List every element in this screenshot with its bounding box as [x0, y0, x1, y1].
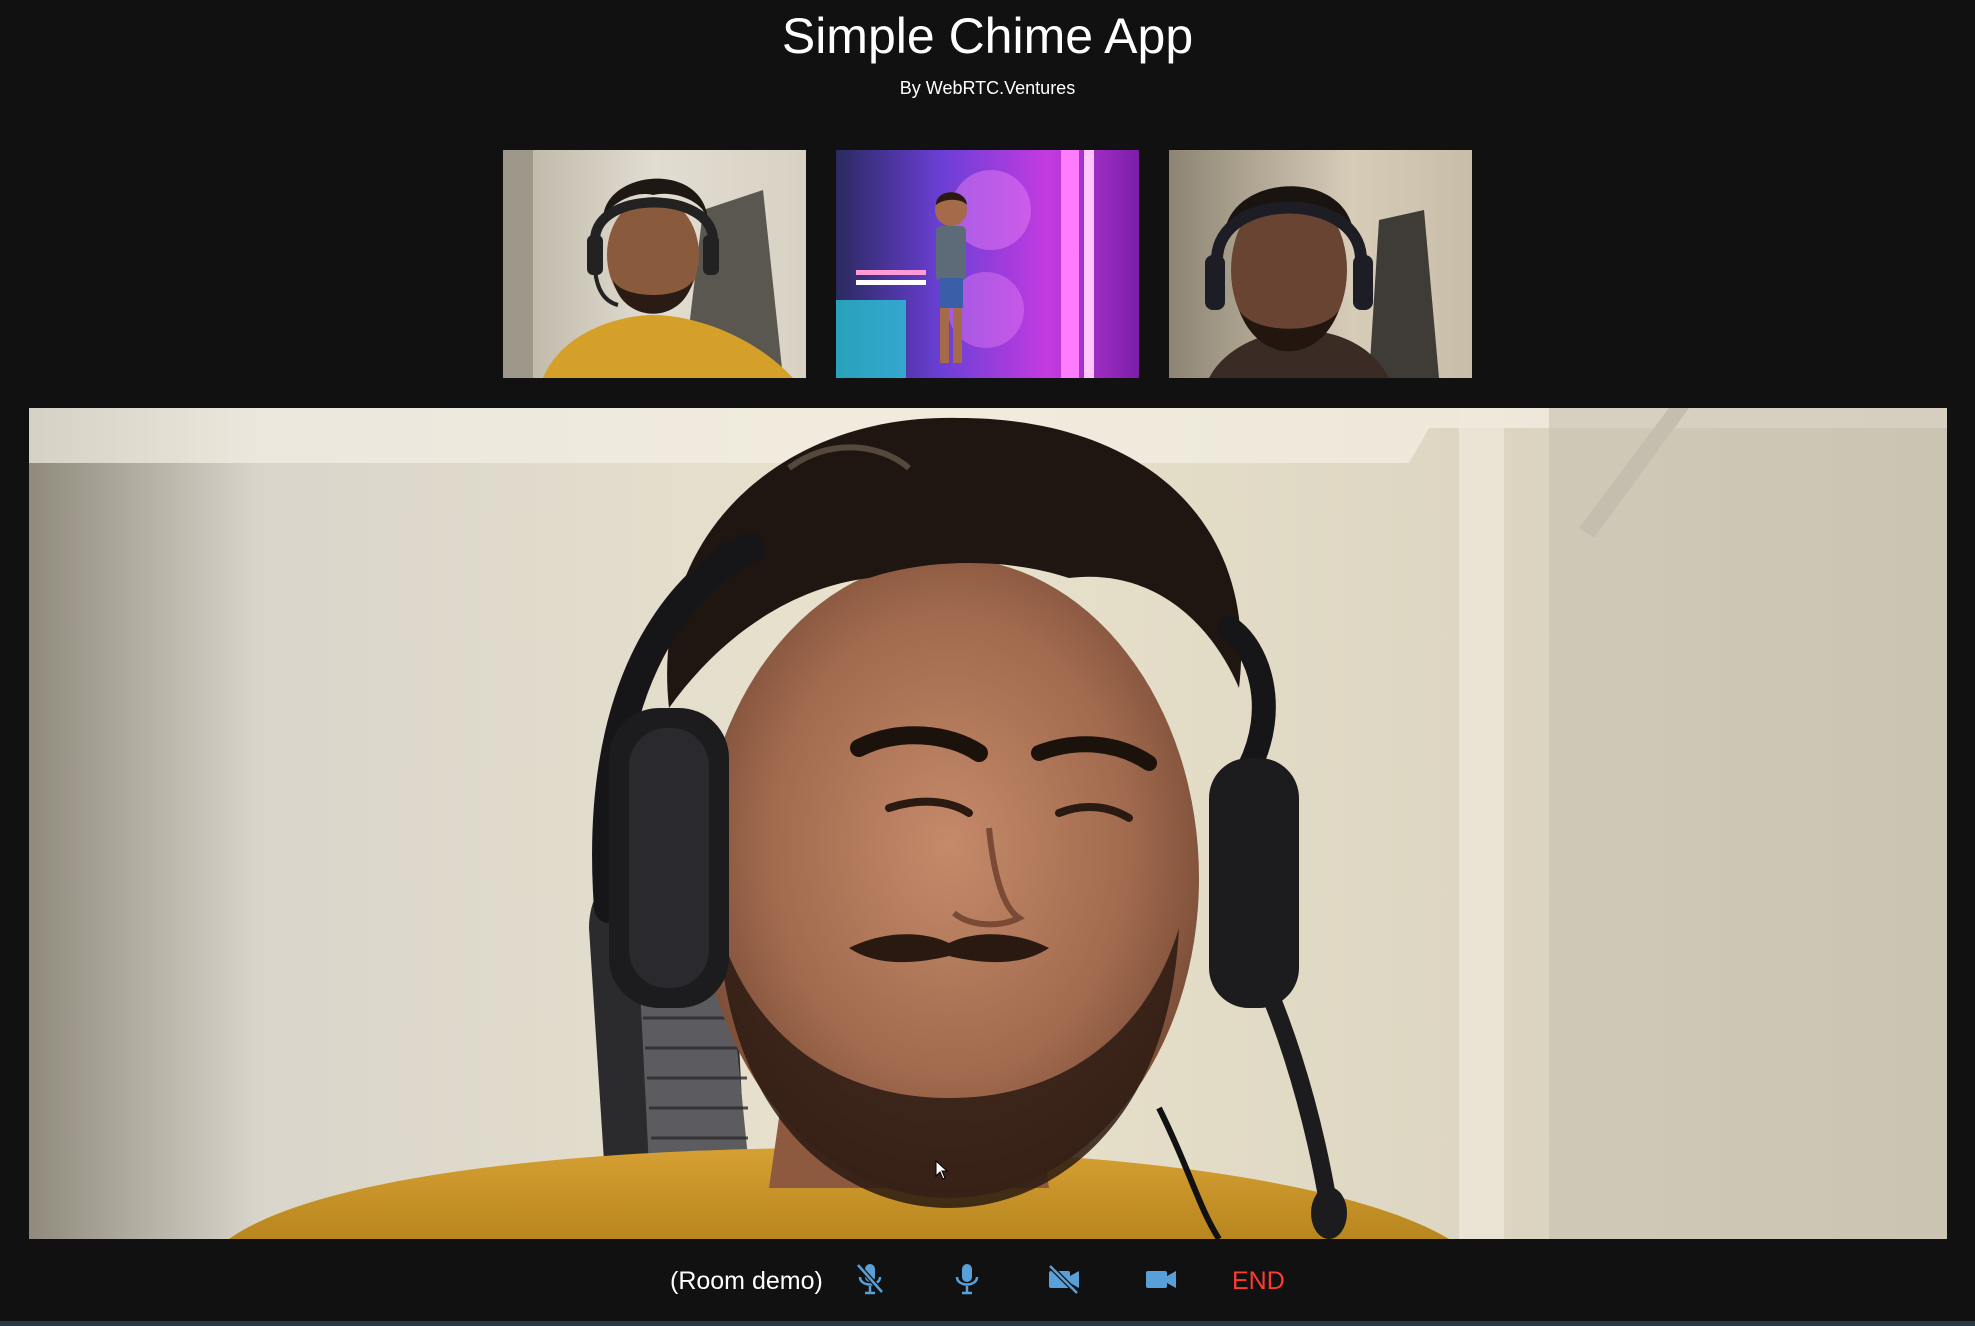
app-title: Simple Chime App [781, 8, 1194, 64]
main-video[interactable] [29, 408, 1947, 1239]
participant-2-video[interactable] [836, 150, 1139, 378]
video-icon [1144, 1264, 1178, 1299]
app-subtitle: By WebRTC.Ventures [899, 78, 1076, 98]
call-control-bar: (Room demo) END [0, 1239, 1975, 1321]
app-page: Simple Chime App By WebRTC.Ventures (Roo… [0, 0, 1975, 1326]
unmute-button[interactable] [947, 1261, 987, 1301]
call-controls: (Room demo) END [0, 1239, 1975, 1321]
participant-thumbnails [503, 150, 1473, 378]
camera-on-button[interactable] [1141, 1261, 1181, 1301]
mic-icon [952, 1262, 982, 1301]
participant-3-video[interactable] [1169, 150, 1472, 378]
bottom-edge-strip [0, 1321, 1975, 1326]
room-label: (Room demo) [670, 1267, 823, 1295]
mic-off-icon [855, 1262, 885, 1301]
mute-button[interactable] [850, 1261, 890, 1301]
video-off-icon [1047, 1263, 1081, 1299]
camera-off-button[interactable] [1044, 1261, 1084, 1301]
participant-1-video[interactable] [503, 150, 806, 378]
end-call-button[interactable]: END [1232, 1266, 1285, 1296]
mouse-cursor-icon [935, 1159, 949, 1185]
